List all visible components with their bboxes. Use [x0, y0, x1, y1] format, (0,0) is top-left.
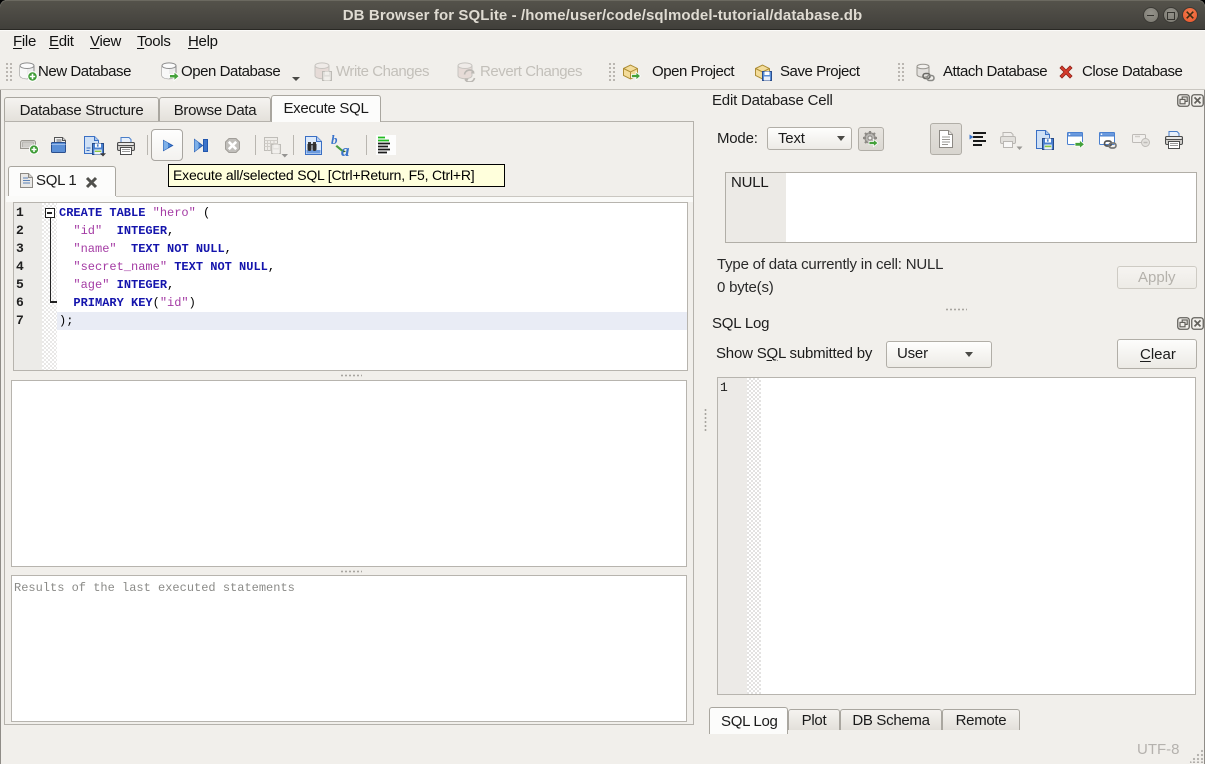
svg-text:b: b: [331, 133, 338, 147]
